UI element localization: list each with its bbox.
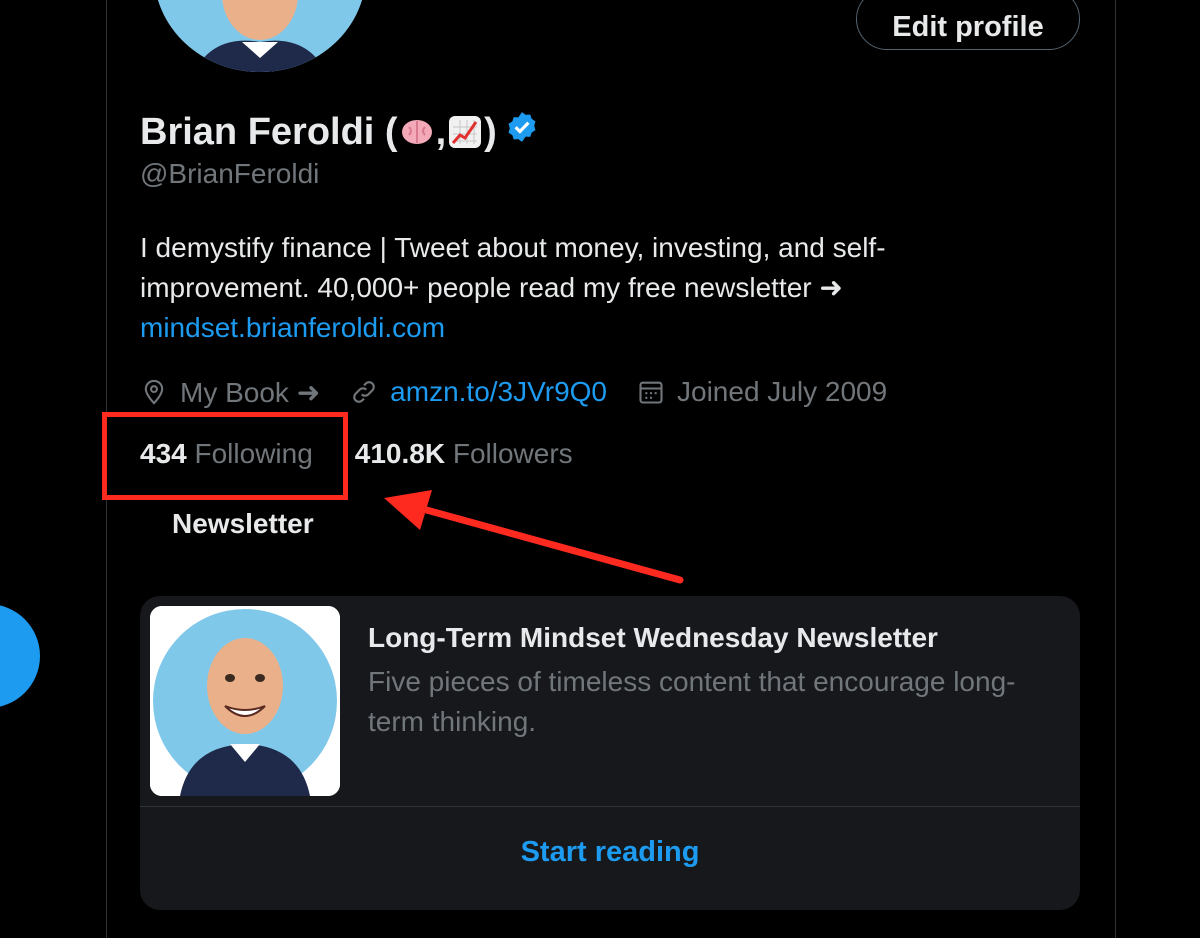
meta-website: amzn.to/3JVr9Q0 (350, 376, 607, 408)
website-link[interactable]: amzn.to/3JVr9Q0 (390, 376, 607, 408)
chart-increasing-emoji-icon (448, 115, 482, 149)
newsletter-card[interactable]: Long-Term Mindset Wednesday Newsletter F… (140, 596, 1080, 910)
verified-badge-icon[interactable] (505, 110, 539, 154)
name-end: ) (484, 110, 497, 153)
profile-bio: I demystify finance | Tweet about money,… (140, 228, 1020, 348)
link-icon (353, 381, 375, 403)
card-divider (140, 806, 1080, 807)
brain-emoji-icon (400, 115, 434, 149)
location-text: My Book ➜ (180, 376, 321, 408)
profile-name: Brian Feroldi ( , ) (140, 108, 539, 156)
newsletter-image (150, 606, 340, 796)
bio-link[interactable]: mindset.brianferoldi.com (140, 308, 1020, 348)
location-pin-icon (144, 379, 164, 405)
annotation-arrow (384, 490, 684, 584)
edit-profile-button[interactable]: Edit profile (856, 0, 1080, 50)
bio-text: I demystify finance | Tweet about money,… (140, 232, 886, 303)
profile-meta: My Book ➜ amzn.to/3JVr9Q0 Joined July 20… (140, 372, 917, 412)
name-separator: , (435, 110, 447, 153)
followers-stat[interactable]: 410.8K Followers (355, 438, 573, 470)
tweet-compose-button[interactable] (0, 604, 40, 708)
followers-count: 410.8K (354, 438, 446, 469)
meta-location: My Book ➜ (140, 376, 320, 409)
followers-label: Followers (452, 438, 573, 469)
annotation-highlight-box (102, 412, 348, 500)
start-reading-button[interactable]: Start reading (140, 836, 1080, 869)
joined-text: Joined July 2009 (677, 376, 888, 407)
meta-joined: Joined July 2009 (637, 376, 887, 408)
newsletter-heading: Newsletter (172, 508, 314, 539)
newsletter-title: Long-Term Mindset Wednesday Newsletter (368, 622, 938, 653)
calendar-icon (639, 381, 663, 404)
profile-handle: @BrianFeroldi (140, 158, 320, 189)
newsletter-description: Five pieces of timeless content that enc… (368, 666, 1016, 737)
name-text: Brian Feroldi ( (140, 110, 398, 153)
